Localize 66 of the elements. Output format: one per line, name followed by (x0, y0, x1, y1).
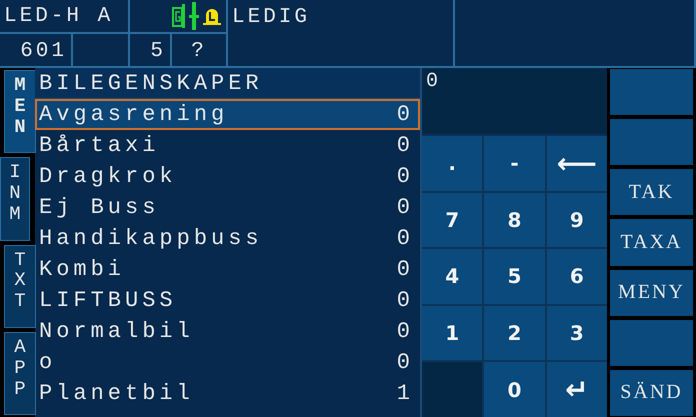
item-value: 0 (396, 164, 414, 189)
function-button[interactable]: MENY (609, 268, 694, 317)
list-row[interactable]: Dragkrok 0 (35, 161, 420, 192)
list-row[interactable]: o 0 (35, 347, 420, 378)
item-name: Handikappbuss (39, 226, 263, 251)
item-value: 0 (396, 350, 414, 375)
item-name: Bårtaxi (39, 133, 160, 158)
list-row[interactable]: Avgasrening 0 (35, 99, 420, 130)
item-name: LIFTBUSS (39, 288, 177, 313)
blank-button[interactable] (609, 118, 694, 166)
item-value: 0 (396, 319, 414, 344)
keypad-key[interactable]: 7 (422, 192, 482, 248)
keypad-key[interactable]: 4 (422, 249, 482, 304)
keypad-key[interactable]: 0 (484, 362, 545, 417)
keypad-key[interactable]: . (422, 136, 482, 191)
item-value: 0 (396, 288, 414, 313)
item-value: 0 (396, 226, 414, 251)
keypad-key[interactable]: - (484, 136, 545, 191)
item-name: Kombi (39, 257, 126, 282)
side-tab[interactable]: MEN (4, 70, 36, 154)
blank-button[interactable] (609, 318, 694, 367)
keypad-key[interactable]: 3 (546, 306, 607, 360)
list-title: BILEGENSKAPER (35, 68, 420, 99)
item-name: Planetbil (39, 381, 194, 406)
list-row[interactable]: LIFTBUSS 0 (35, 285, 420, 316)
side-tab[interactable]: INM (0, 157, 30, 240)
list-row[interactable]: Ej Buss 0 (35, 192, 420, 223)
keypad-key[interactable]: 8 (484, 192, 545, 248)
count-label: 5 (150, 40, 166, 62)
item-value: 0 (396, 133, 414, 158)
blank-key (422, 362, 482, 417)
item-value: 0 (396, 195, 414, 220)
keypad-key[interactable]: 2 (484, 306, 545, 360)
function-button[interactable]: TAK (609, 168, 694, 216)
list-row[interactable]: Handikappbuss 0 (35, 223, 420, 254)
car-number: 601 (20, 40, 67, 62)
query-label: ? (191, 40, 207, 62)
gps-icon (172, 3, 186, 29)
side-tab[interactable]: TXT (4, 244, 36, 328)
keypad-key[interactable]: 1 (422, 306, 482, 360)
item-name: Avgasrening (39, 102, 228, 127)
item-value: 1 (396, 381, 414, 406)
bell-icon (202, 7, 222, 25)
keypad-key[interactable]: ⟵ (546, 136, 607, 191)
item-name: Dragkrok (39, 164, 177, 189)
keypad-key[interactable]: ↵ (546, 362, 607, 417)
list-row[interactable]: Bårtaxi 0 (35, 130, 420, 161)
input-field[interactable]: 0 (422, 68, 607, 136)
item-name: Normalbil (39, 319, 194, 344)
item-name: o (39, 350, 56, 375)
keypad-key[interactable]: 6 (546, 249, 607, 304)
side-tab[interactable]: APP (4, 332, 36, 415)
list-row[interactable]: Kombi 0 (35, 254, 420, 285)
signal-icon (189, 2, 199, 30)
keypad-key[interactable]: 9 (546, 192, 607, 248)
unit-label: LED-H A (4, 4, 114, 28)
list-row[interactable]: Planetbil 1 (35, 378, 420, 409)
function-button[interactable]: TAXA (609, 218, 694, 267)
status-label: LEDIG (232, 6, 310, 29)
keypad-key[interactable]: 5 (484, 249, 545, 304)
blank-button[interactable] (609, 68, 694, 116)
list-row[interactable]: Normalbil 0 (35, 316, 420, 347)
item-value: 0 (396, 257, 414, 282)
item-value: 0 (396, 102, 414, 127)
function-button[interactable]: SÄND (609, 368, 694, 417)
item-name: Ej Buss (39, 195, 160, 220)
